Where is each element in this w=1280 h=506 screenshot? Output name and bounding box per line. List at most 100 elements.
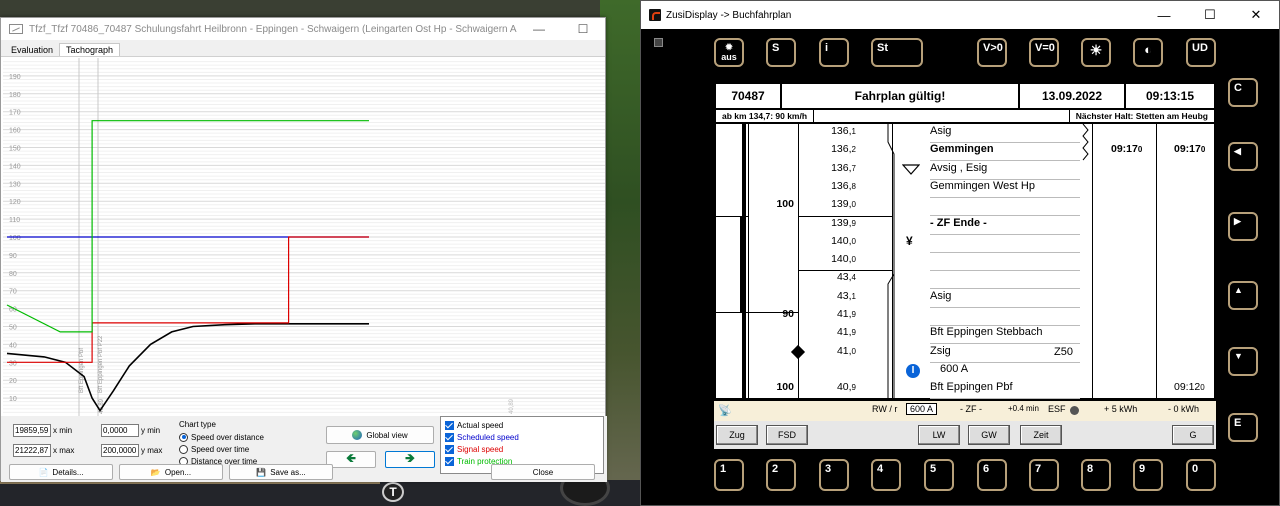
series-line-signal-speed — [7, 236, 369, 363]
chart-type-group: Chart type Speed over distance Speed ove… — [179, 420, 264, 467]
legend-label: Signal speed — [457, 444, 504, 454]
key-st[interactable]: St — [871, 38, 923, 67]
numpad-key-6[interactable]: 6 — [977, 459, 1007, 491]
checkbox-icon[interactable] — [445, 432, 454, 442]
radio-icon[interactable] — [179, 432, 188, 442]
maximize-button[interactable]: ☐ — [1187, 7, 1233, 23]
km-value: 140,0 — [800, 253, 856, 265]
key-c[interactable]: C — [1228, 78, 1258, 107]
km-value: 136,8 — [800, 180, 856, 192]
key-down[interactable]: ▼ — [1228, 347, 1258, 376]
speed-limit: 100 — [776, 198, 794, 211]
zusi-window-title: ZusiDisplay -> Buchfahrplan — [666, 9, 792, 21]
close-window-button[interactable]: ✕ — [1233, 7, 1279, 23]
brightness-off-button[interactable]: ✹ aus — [714, 38, 744, 67]
checkbox-icon[interactable] — [445, 456, 454, 466]
corner-icon — [654, 38, 663, 47]
location-text — [930, 253, 1080, 272]
numpad-key-1[interactable]: 1 — [714, 459, 744, 491]
arrow-right-icon: 🡺 — [405, 451, 415, 465]
departure-time: 09:170 — [1174, 143, 1205, 155]
maximize-button[interactable]: ☐ — [561, 22, 605, 36]
timetable-grid[interactable]: ¥ I Z50 136,1 Asig 136,2 Gemmingen 09:170 09:… — [714, 124, 1216, 400]
contrast-button[interactable]: ◐ — [1133, 38, 1163, 67]
km-value: 139,9 — [800, 217, 856, 229]
checkbox-icon[interactable] — [445, 420, 454, 430]
key-v-equal-0[interactable]: V=0 — [1029, 38, 1059, 67]
tacho-titlebar[interactable]: Tfzf_Tfzf 70486_70487 Schulungsfahrt Hei… — [1, 18, 605, 40]
brightness-button[interactable]: ☀ — [1081, 38, 1111, 67]
key-i[interactable]: i — [819, 38, 849, 67]
numpad-key-3[interactable]: 3 — [819, 459, 849, 491]
softkey-zeit[interactable]: Zeit — [1020, 425, 1062, 445]
numpad-key-4[interactable]: 4 — [871, 459, 901, 491]
km-integer: 139 — [831, 216, 849, 229]
tab-tachograph[interactable]: Tachograph — [59, 43, 121, 56]
key-ud[interactable]: UD — [1186, 38, 1216, 67]
radio-speed-distance[interactable]: Speed over distance — [179, 431, 264, 443]
scroll-left-button[interactable]: 🡸 — [326, 451, 376, 468]
softkey-gw[interactable]: GW — [968, 425, 1010, 445]
softkey-lw[interactable]: LW — [918, 425, 960, 445]
km-integer: 136 — [831, 143, 849, 156]
radio-speed-time[interactable]: Speed over time — [179, 443, 264, 455]
details-button[interactable]: 📄 Details... — [9, 464, 113, 480]
numpad-key-2[interactable]: 2 — [766, 459, 796, 491]
y-tick-label: 10 — [9, 396, 17, 403]
key-left[interactable]: ◀ — [1228, 142, 1258, 171]
zf-label: - ZF - — [960, 404, 982, 414]
details-icon: 📄 — [38, 467, 49, 477]
signal-icon: T — [382, 482, 404, 502]
close-button[interactable]: Close — [491, 464, 595, 480]
km-integer: 136 — [831, 125, 849, 137]
scroll-right-button[interactable]: 🡺 — [385, 451, 435, 468]
legend-actual-speed[interactable]: Actual speed — [445, 419, 599, 431]
xmax-input[interactable] — [13, 444, 51, 457]
tab-evaluation[interactable]: Evaluation — [5, 44, 59, 56]
legend-signal-speed[interactable]: Signal speed — [445, 443, 599, 455]
numpad-key-0[interactable]: 0 — [1186, 459, 1216, 491]
key-right[interactable]: ▶ — [1228, 212, 1258, 241]
legend-scheduled-speed[interactable]: Scheduled speed — [445, 431, 599, 443]
minimize-button[interactable]: — — [517, 22, 561, 36]
km-integer: 41 — [836, 326, 849, 339]
softkey-zug[interactable]: Zug — [716, 425, 758, 445]
aus-label: aus — [721, 52, 737, 62]
checkbox-icon[interactable] — [445, 444, 454, 454]
km-axis-label: 40,89 — [509, 398, 515, 414]
km-decimal: 1 — [851, 291, 856, 301]
departure-hm: 09:12 — [1174, 381, 1201, 394]
ymax-input[interactable] — [101, 444, 139, 457]
save-as-button[interactable]: 💾 Save as... — [229, 464, 333, 480]
y-tick-label: 150 — [9, 146, 21, 153]
timetable-row: 41,9 90 — [716, 308, 1216, 326]
numpad-key-8[interactable]: 8 — [1081, 459, 1111, 491]
timetable-row: 600 A — [716, 363, 1216, 381]
tachograph-chart[interactable]: 10 20 30 40 50 60 70 80 90 100 110 120 130 140 150 160 1… — [3, 58, 605, 416]
xmin-input[interactable] — [13, 424, 51, 437]
km-decimal: 0 — [851, 236, 856, 246]
softkey-fsd[interactable]: FSD — [766, 425, 808, 445]
arrival-tenth: 0 — [1137, 145, 1143, 155]
timetable-row: 136,7 Avsig , Esig — [716, 162, 1216, 180]
globe-icon — [352, 430, 363, 440]
open-button[interactable]: 📂 Open... — [119, 464, 223, 480]
numpad-key-7[interactable]: 7 — [1029, 459, 1059, 491]
km-decimal: 9 — [851, 328, 856, 338]
key-up[interactable]: ▲ — [1228, 281, 1258, 310]
minimize-button[interactable]: — — [1141, 8, 1187, 23]
global-view-button[interactable]: Global view — [326, 426, 434, 444]
numpad-key-9[interactable]: 9 — [1133, 459, 1163, 491]
radio-icon[interactable] — [179, 444, 188, 454]
y-tick-label: 160 — [9, 128, 21, 135]
numpad-key-5[interactable]: 5 — [924, 459, 954, 491]
km-value: 43,1 — [800, 290, 856, 302]
ymin-input[interactable] — [101, 424, 139, 437]
key-e[interactable]: E — [1228, 413, 1258, 442]
key-s[interactable]: S — [766, 38, 796, 67]
key-v-greater-0[interactable]: V>0 — [977, 38, 1007, 67]
ymin-group: y min — [101, 424, 160, 438]
zusi-titlebar[interactable]: ZusiDisplay -> Buchfahrplan — ☐ ✕ — [641, 1, 1279, 29]
softkey-g[interactable]: G — [1172, 425, 1214, 445]
km-decimal: 0 — [851, 346, 856, 356]
